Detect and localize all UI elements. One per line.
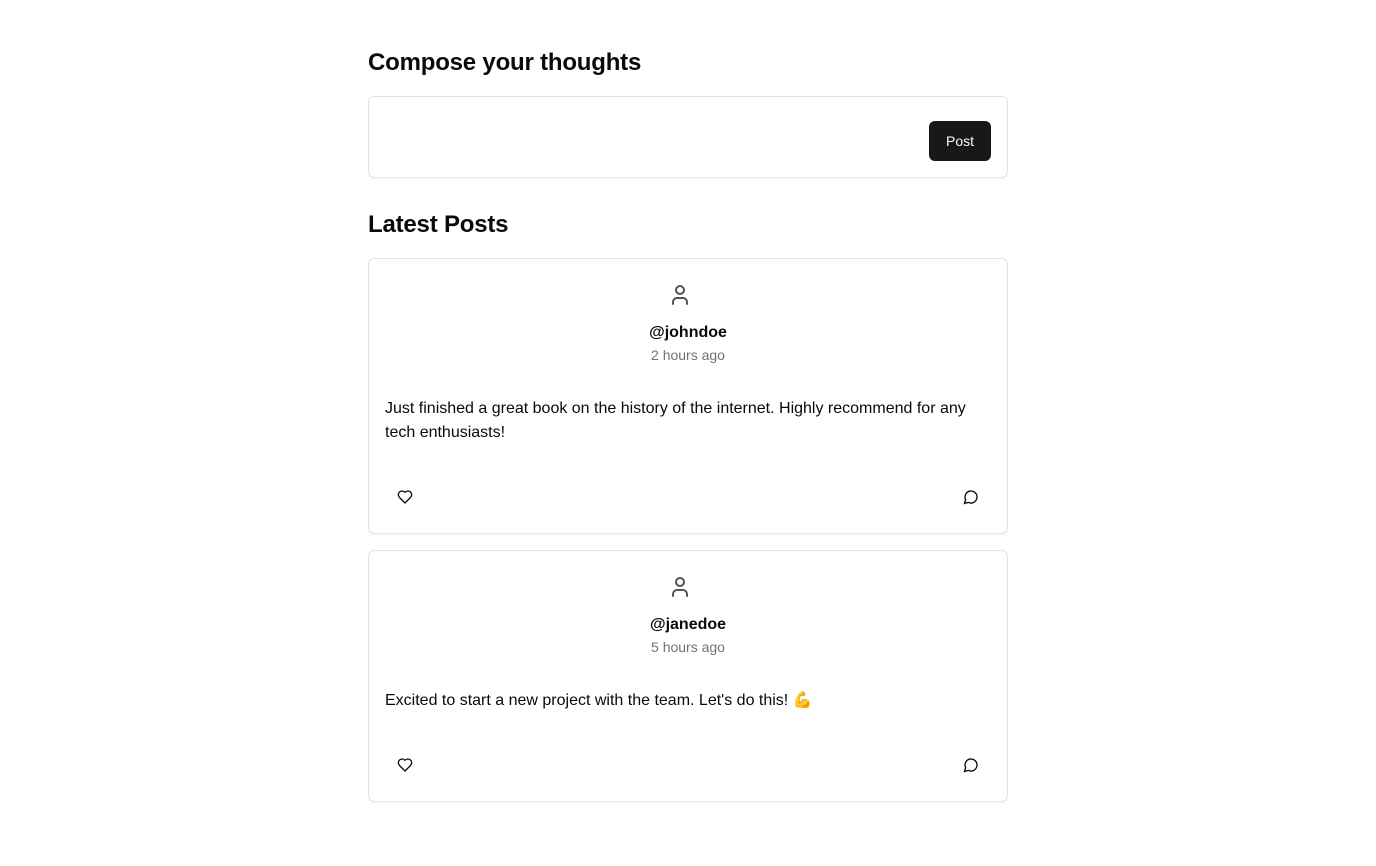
post-body: Just finished a great book on the histor… [385, 400, 966, 441]
post-timestamp: 5 hours ago [651, 639, 725, 655]
post-button[interactable]: Post [929, 121, 991, 161]
comment-button[interactable] [955, 749, 987, 781]
post-body: Excited to start a new project with the … [385, 692, 813, 709]
like-button[interactable] [389, 749, 421, 781]
heart-icon [397, 489, 413, 505]
post-card: @janedoe 5 hours ago Excited to start a … [368, 550, 1008, 802]
latest-posts-heading: Latest Posts [368, 211, 509, 238]
post-username[interactable]: @johndoe [369, 323, 1007, 343]
user-icon [668, 281, 692, 309]
message-circle-icon [963, 757, 979, 773]
compose-heading: Compose your thoughts [368, 49, 642, 76]
like-button[interactable] [389, 481, 421, 513]
post-timestamp: 2 hours ago [651, 347, 725, 363]
message-circle-icon [963, 489, 979, 505]
compose-card: Post [368, 96, 1008, 178]
comment-button[interactable] [955, 481, 987, 513]
post-username[interactable]: @janedoe [369, 615, 1007, 635]
post-card: @johndoe 2 hours ago Just finished a gre… [368, 258, 1008, 534]
user-icon [668, 573, 692, 601]
compose-input[interactable] [385, 117, 919, 159]
heart-icon [397, 757, 413, 773]
